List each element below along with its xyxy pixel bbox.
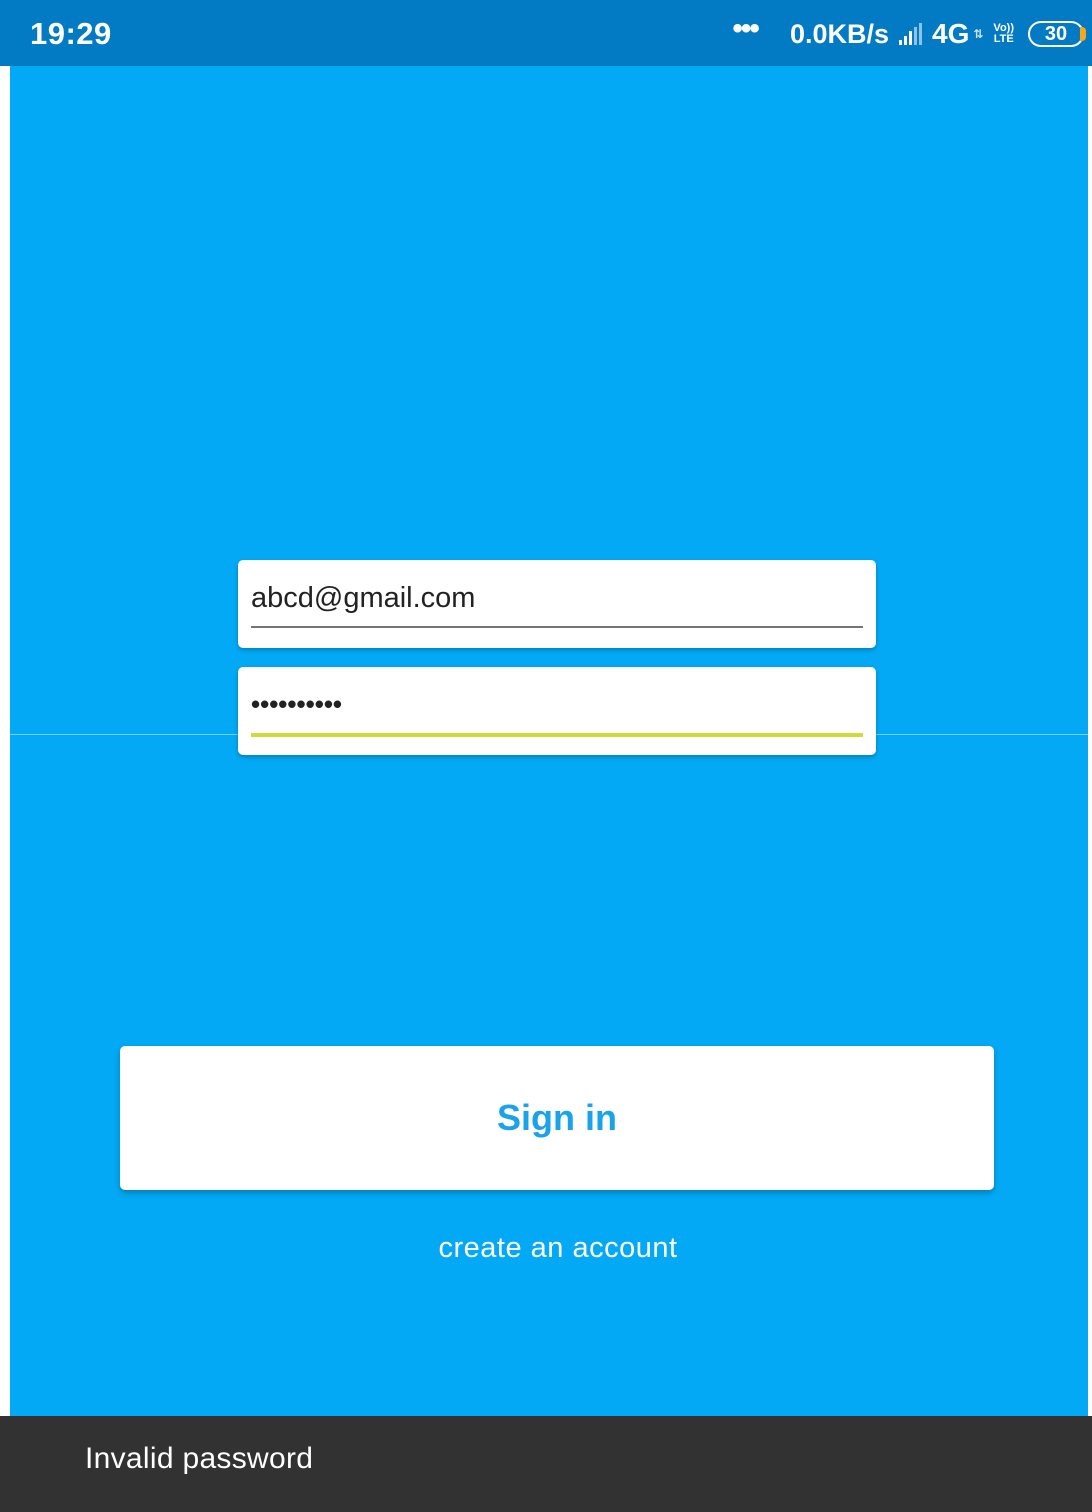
- volte-icon: Vo)) LTE: [993, 23, 1014, 45]
- sign-in-label: Sign in: [497, 1097, 617, 1138]
- email-underline: [251, 626, 863, 628]
- data-activity-icon: ⇅: [973, 27, 984, 41]
- more-notifications-icon: •••: [732, 12, 759, 45]
- email-card: [238, 560, 876, 648]
- create-account-link[interactable]: create an account: [0, 1232, 1092, 1265]
- email-field[interactable]: [251, 576, 863, 620]
- right-edge-strip: [1088, 66, 1092, 1416]
- status-indicators: ••• 0.0KB/s 4G ⇅ Vo)) LTE 30: [732, 12, 1086, 56]
- battery-icon: 30: [1028, 21, 1086, 47]
- snackbar-message: Invalid password: [85, 1442, 314, 1475]
- password-field[interactable]: ••••••••••: [251, 689, 342, 720]
- sign-in-button[interactable]: Sign in: [120, 1046, 994, 1190]
- network-type: 4G: [932, 18, 970, 49]
- volte-bottom-label: LTE: [993, 33, 1014, 45]
- signal-strength-icon: [899, 23, 922, 45]
- status-time: 19:29: [30, 16, 112, 51]
- network-speed: 0.0KB/s: [789, 18, 889, 49]
- snackbar: Invalid password: [0, 1416, 1092, 1512]
- password-underline-focused: [251, 733, 863, 737]
- login-screen: 19:29 ••• 0.0KB/s 4G ⇅ Vo)) LTE 30 abcd@…: [0, 0, 1092, 1512]
- battery-level: 30: [1044, 23, 1068, 45]
- status-bar: 19:29 ••• 0.0KB/s 4G ⇅ Vo)) LTE 30: [0, 0, 1092, 66]
- left-edge-strip: [0, 66, 10, 1416]
- password-card[interactable]: ••••••••••: [238, 667, 876, 755]
